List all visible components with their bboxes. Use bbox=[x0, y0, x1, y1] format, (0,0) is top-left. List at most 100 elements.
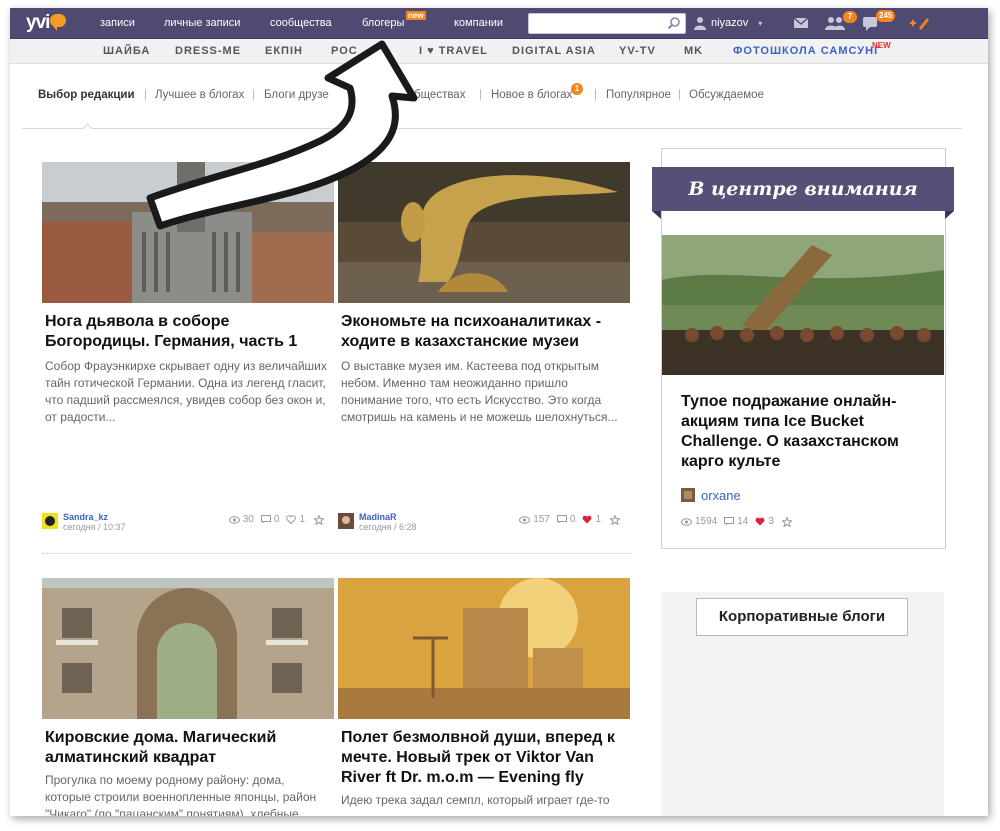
post-meta: Sandra_kz сегодня / 10:37 30 0 1 bbox=[42, 511, 324, 533]
subnav-new-badge: NEW bbox=[872, 41, 891, 50]
subnav-ros[interactable]: РОС bbox=[331, 39, 358, 63]
post-stats: 30 0 1 bbox=[228, 514, 324, 525]
avatar[interactable] bbox=[681, 488, 695, 502]
subnav-shaiba[interactable]: ШАЙБА bbox=[103, 39, 150, 63]
messages-badge: 245 bbox=[876, 10, 896, 22]
avatar[interactable] bbox=[42, 513, 58, 529]
likes-count: 3 bbox=[768, 516, 774, 527]
views-count: 1594 bbox=[695, 516, 718, 527]
comments-count: 14 bbox=[737, 516, 749, 527]
posts-divider bbox=[42, 553, 632, 554]
yvi-logo[interactable]: yvi bbox=[26, 12, 67, 34]
eye-icon bbox=[519, 515, 531, 524]
search-icon[interactable] bbox=[667, 16, 681, 30]
post-excerpt: О выставке музея им. Кастеева под открыт… bbox=[341, 359, 618, 424]
heart-outline-icon[interactable] bbox=[286, 515, 297, 524]
featured-author[interactable]: orxane bbox=[681, 487, 741, 503]
subnav-ekpin[interactable]: ЕКПІН bbox=[265, 39, 303, 63]
tab-popular[interactable]: Популярное bbox=[606, 89, 671, 101]
avatar[interactable] bbox=[338, 513, 354, 529]
post-card[interactable]: Полет безмолвной души, вперед к мечте. Н… bbox=[338, 578, 630, 816]
tab-separator: | bbox=[594, 89, 597, 101]
user-menu[interactable]: niyazov ▾ bbox=[694, 8, 762, 38]
tab-separator: | bbox=[252, 89, 255, 101]
comment-icon[interactable] bbox=[724, 517, 735, 526]
subnav-digital-asia[interactable]: DIGITAL ASIA bbox=[512, 39, 596, 63]
new-badge: new bbox=[406, 11, 426, 20]
post-image-building[interactable] bbox=[42, 578, 334, 719]
subnav-dress-me[interactable]: DRESS-ME bbox=[175, 39, 241, 63]
search-input[interactable] bbox=[528, 13, 686, 34]
username: niyazov bbox=[711, 17, 749, 29]
featured-heading: В центре внимания bbox=[688, 178, 918, 200]
browser-page: yvi записи личные записи сообщества блог… bbox=[10, 8, 988, 816]
likes-count: 1 bbox=[595, 514, 601, 525]
post-card[interactable]: Нога дьявола в соборе Богородицы. Герман… bbox=[42, 162, 334, 534]
post-card[interactable]: Экономьте на психоаналитиках - ходите в … bbox=[338, 162, 630, 534]
eye-icon bbox=[681, 517, 692, 526]
user-icon bbox=[694, 17, 706, 30]
heart-filled-icon[interactable] bbox=[755, 517, 765, 526]
chevron-down-icon: ▾ bbox=[758, 18, 763, 28]
mail-icon[interactable] bbox=[792, 14, 810, 32]
comment-icon[interactable] bbox=[556, 515, 567, 524]
corporate-blogs-heading[interactable]: Корпоративные блоги bbox=[696, 598, 908, 636]
tab-new-in-blogs[interactable]: Новое в блогах bbox=[491, 89, 572, 101]
star-icon[interactable] bbox=[610, 514, 620, 525]
post-author[interactable]: Sandra_kz bbox=[63, 512, 108, 522]
subnav-mk[interactable]: MK bbox=[684, 39, 703, 63]
projects-subnav: ШАЙБА DRESS-ME ЕКПІН РОС I ♥ TRAVEL DIGI… bbox=[10, 39, 988, 64]
views-count: 30 bbox=[242, 514, 254, 525]
comments-count: 0 bbox=[569, 514, 576, 525]
featured-image[interactable] bbox=[662, 235, 944, 375]
tabs-divider bbox=[22, 128, 962, 129]
logo-text: yvi bbox=[26, 12, 50, 33]
subnav-yv-tv[interactable]: YV-TV bbox=[619, 39, 656, 63]
tab-new-badge: 1 bbox=[571, 83, 583, 95]
star-icon[interactable] bbox=[314, 514, 324, 525]
tab-separator: | bbox=[479, 89, 482, 101]
tab-editors-choice[interactable]: Выбор редакции bbox=[38, 89, 135, 101]
post-card[interactable]: Кировские дома. Магический алматинский к… bbox=[42, 578, 334, 816]
post-title[interactable]: Экономьте на психоаналитиках - ходите в … bbox=[341, 312, 627, 352]
post-meta: MadinaR сегодня / 6:28 157 0 1 bbox=[338, 511, 620, 533]
star-icon[interactable] bbox=[781, 516, 792, 527]
nav-posts[interactable]: записи bbox=[100, 8, 135, 38]
featured-title[interactable]: Тупое подражание онлайн-акциям типа Ice … bbox=[681, 392, 931, 472]
tab-separator: | bbox=[678, 89, 681, 101]
tab-discussed[interactable]: Обсуждаемое bbox=[689, 89, 764, 101]
featured-stats: 1594 14 3 bbox=[681, 516, 792, 527]
subnav-travel[interactable]: I ♥ TRAVEL bbox=[419, 39, 488, 63]
post-date: сегодня / 10:37 bbox=[63, 522, 126, 532]
eye-icon bbox=[228, 515, 240, 524]
nav-personal-posts[interactable]: личные записи bbox=[164, 8, 240, 38]
post-image-sculpture[interactable] bbox=[338, 162, 630, 303]
tab-friends-blogs[interactable]: Блоги друзе bbox=[264, 89, 329, 101]
post-title[interactable]: Нога дьявола в соборе Богородицы. Герман… bbox=[45, 312, 331, 352]
featured-ribbon: В центре внимания bbox=[652, 167, 954, 219]
comments-count: 0 bbox=[273, 514, 280, 525]
add-post-icon[interactable] bbox=[910, 14, 930, 32]
nav-bloggers[interactable]: блогеры bbox=[362, 8, 404, 38]
active-tab-caret bbox=[82, 123, 93, 134]
heart-filled-icon[interactable] bbox=[582, 515, 592, 524]
top-navbar: yvi записи личные записи сообщества блог… bbox=[10, 8, 988, 39]
tab-communities[interactable]: бществах bbox=[414, 89, 465, 101]
post-image-sunset-city[interactable] bbox=[338, 578, 630, 719]
post-image-cathedral[interactable] bbox=[42, 162, 334, 303]
post-stats: 157 0 1 bbox=[519, 514, 620, 525]
post-excerpt: Идею трека задал семпл, который играет г… bbox=[341, 793, 610, 807]
comment-icon[interactable] bbox=[260, 515, 271, 524]
post-title[interactable]: Кировские дома. Магический алматинский к… bbox=[45, 728, 331, 768]
likes-count: 1 bbox=[299, 514, 305, 525]
tab-best-in-blogs[interactable]: Лучшее в блогах bbox=[155, 89, 244, 101]
post-author[interactable]: MadinaR bbox=[359, 512, 397, 522]
views-count: 157 bbox=[533, 514, 550, 525]
post-title[interactable]: Полет безмолвной души, вперед к мечте. Н… bbox=[341, 728, 627, 788]
featured-author-name[interactable]: orxane bbox=[701, 488, 741, 503]
logo-bubble-icon bbox=[50, 13, 67, 31]
post-excerpt: Собор Фрауэнкирхе скрывает одну из велич… bbox=[45, 359, 327, 424]
subnav-samsung-school[interactable]: ФОТОШКОЛА САМСУНГ bbox=[733, 39, 881, 63]
nav-communities[interactable]: сообщества bbox=[270, 8, 332, 38]
nav-companies[interactable]: компании bbox=[454, 8, 503, 38]
